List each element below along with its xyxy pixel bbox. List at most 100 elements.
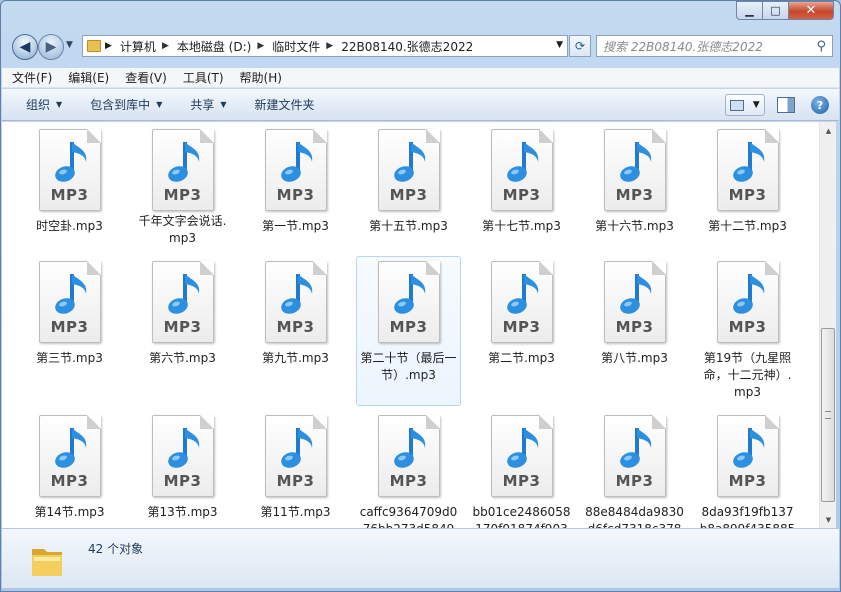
file-name: 第三节.mp3 bbox=[36, 351, 103, 365]
file-item[interactable]: MP3 千年文字会说话.mp3 bbox=[130, 124, 235, 252]
file-name: 第13节.mp3 bbox=[147, 505, 218, 519]
file-item[interactable]: MP3 第三节.mp3 bbox=[17, 256, 122, 406]
organize-button[interactable]: 组织 ▼ bbox=[26, 96, 62, 113]
file-item[interactable]: MP3 第六节.mp3 bbox=[130, 256, 235, 406]
mp3-file-icon: MP3 bbox=[602, 259, 668, 345]
menu-help[interactable]: 帮助(H) bbox=[240, 69, 282, 86]
address-dropdown-icon[interactable]: ▼ bbox=[556, 40, 563, 50]
new-folder-button[interactable]: 新建文件夹 bbox=[255, 96, 315, 113]
file-item[interactable]: MP3 第九节.mp3 bbox=[243, 256, 348, 406]
search-input[interactable]: 搜索 22B08140.张德志2022 ⚲ bbox=[596, 35, 833, 57]
file-name: 第十七节.mp3 bbox=[482, 219, 561, 233]
file-type-badge: MP3 bbox=[389, 472, 428, 490]
organize-label: 组织 bbox=[26, 98, 51, 112]
file-type-badge: MP3 bbox=[276, 472, 315, 490]
forward-button[interactable]: ▶ bbox=[38, 34, 64, 60]
change-view-button[interactable]: ▼ bbox=[725, 94, 765, 116]
file-item[interactable]: MP3 88e8484da9830d6fcd7318c378 bbox=[582, 410, 687, 528]
mp3-file-icon: MP3 bbox=[376, 259, 442, 345]
file-item[interactable]: MP3 第二节.mp3 bbox=[469, 256, 574, 406]
file-type-badge: MP3 bbox=[50, 472, 89, 490]
mp3-file-icon: MP3 bbox=[37, 413, 103, 499]
menu-tools[interactable]: 工具(T) bbox=[183, 69, 224, 86]
menu-file[interactable]: 文件(F) bbox=[12, 69, 52, 86]
breadcrumb-item[interactable]: 本地磁盘 (D:) bbox=[177, 38, 251, 55]
mp3-file-icon: MP3 bbox=[489, 413, 555, 499]
file-list-view[interactable]: MP3 时空卦.mp3 MP3 千年文字会说话.mp3 MP3 第一节.mp3 MP3 第十五… bbox=[2, 122, 819, 528]
file-item[interactable]: MP3 第13节.mp3 bbox=[130, 410, 235, 528]
mp3-file-icon: MP3 bbox=[37, 259, 103, 345]
chevron-down-icon: ▼ bbox=[56, 100, 63, 109]
file-item[interactable]: MP3 8da93f19fb137b8a899f435885 bbox=[695, 410, 800, 528]
help-icon[interactable]: ? bbox=[811, 96, 829, 114]
mp3-file-icon: MP3 bbox=[150, 413, 216, 499]
scroll-up-icon[interactable]: ▲ bbox=[820, 122, 837, 139]
mp3-file-icon: MP3 bbox=[150, 127, 216, 211]
refresh-button[interactable]: ⟳ bbox=[569, 35, 591, 57]
breadcrumb-item[interactable]: 22B08140.张德志2022 bbox=[341, 38, 473, 55]
recent-pages-dropdown-icon[interactable]: ▼ bbox=[66, 40, 73, 50]
vertical-scrollbar[interactable]: ▲ ▼ bbox=[819, 122, 836, 528]
view-controls: ▼ ? bbox=[725, 94, 829, 116]
explorer-window: ▁ □ ✕ ◀ ▶ ▼ ▶ 计算机 ▶ 本地磁盘 (D:) ▶ 临时文件 ▶ 22B0814… bbox=[0, 0, 841, 592]
search-icon[interactable]: ⚲ bbox=[816, 39, 826, 54]
file-item[interactable]: MP3 第11节.mp3 bbox=[243, 410, 348, 528]
file-name: 第19节（九星照命，十二元神）.mp3 bbox=[703, 351, 792, 399]
mp3-file-icon: MP3 bbox=[602, 413, 668, 499]
file-item[interactable]: MP3 第十五节.mp3 bbox=[356, 124, 461, 252]
preview-pane-icon[interactable] bbox=[777, 97, 795, 113]
file-type-badge: MP3 bbox=[163, 186, 202, 204]
file-item[interactable]: MP3 第二十节（最后一节）.mp3 bbox=[356, 256, 461, 406]
file-type-badge: MP3 bbox=[728, 472, 767, 490]
minimize-button[interactable]: ▁ bbox=[736, 1, 762, 20]
object-count: 42 个对象 bbox=[88, 542, 144, 556]
file-type-badge: MP3 bbox=[728, 318, 767, 336]
file-type-badge: MP3 bbox=[389, 318, 428, 336]
chevron-down-icon: ▼ bbox=[220, 100, 227, 109]
mp3-file-icon: MP3 bbox=[489, 127, 555, 213]
file-grid: MP3 时空卦.mp3 MP3 千年文字会说话.mp3 MP3 第一节.mp3 MP3 第十五… bbox=[17, 124, 808, 528]
file-name: 第八节.mp3 bbox=[601, 351, 668, 365]
file-type-badge: MP3 bbox=[50, 186, 89, 204]
file-item[interactable]: MP3 第十七节.mp3 bbox=[469, 124, 574, 252]
search-placeholder: 搜索 22B08140.张德志2022 bbox=[603, 39, 763, 54]
file-type-badge: MP3 bbox=[50, 318, 89, 336]
file-type-badge: MP3 bbox=[163, 472, 202, 490]
grip-icon bbox=[825, 411, 831, 419]
file-item[interactable]: MP3 第十六节.mp3 bbox=[582, 124, 687, 252]
file-item[interactable]: MP3 bb01ce2486058170f01874f903c bbox=[469, 410, 574, 528]
file-name: 第11节.mp3 bbox=[260, 505, 331, 519]
file-item[interactable]: MP3 第一节.mp3 bbox=[243, 124, 348, 252]
file-name: 88e8484da9830d6fcd7318c378 bbox=[585, 505, 684, 528]
file-item[interactable]: MP3 第19节（九星照命，十二元神）.mp3 bbox=[695, 256, 800, 406]
file-name: 第二节.mp3 bbox=[488, 351, 555, 365]
share-button[interactable]: 共享 ▼ bbox=[190, 96, 226, 113]
file-item[interactable]: MP3 第十二节.mp3 bbox=[695, 124, 800, 252]
address-bar[interactable]: ▶ 计算机 ▶ 本地磁盘 (D:) ▶ 临时文件 ▶ 22B08140.张德志2022 ▼ bbox=[82, 35, 568, 57]
maximize-button[interactable]: □ bbox=[762, 1, 788, 20]
file-item[interactable]: MP3 第14节.mp3 bbox=[17, 410, 122, 528]
file-type-badge: MP3 bbox=[502, 318, 541, 336]
chevron-right-icon[interactable]: ▶ bbox=[105, 41, 112, 51]
file-item[interactable]: MP3 第八节.mp3 bbox=[582, 256, 687, 406]
close-button[interactable]: ✕ bbox=[788, 1, 834, 20]
include-in-library-label: 包含到库中 bbox=[90, 98, 151, 112]
chevron-right-icon[interactable]: ▶ bbox=[257, 41, 264, 51]
file-name: 第二十节（最后一节）.mp3 bbox=[360, 351, 457, 382]
file-item[interactable]: MP3 caffc9364709d076bb273d5849 bbox=[356, 410, 461, 528]
back-button[interactable]: ◀ bbox=[12, 34, 38, 60]
scroll-down-icon[interactable]: ▼ bbox=[820, 511, 837, 528]
chevron-right-icon[interactable]: ▶ bbox=[326, 41, 333, 51]
menu-edit[interactable]: 编辑(E) bbox=[68, 69, 109, 86]
scrollbar-thumb[interactable] bbox=[821, 328, 835, 502]
file-type-badge: MP3 bbox=[728, 186, 767, 204]
file-name: 时空卦.mp3 bbox=[36, 219, 103, 233]
new-folder-label: 新建文件夹 bbox=[254, 98, 315, 112]
breadcrumb-item[interactable]: 计算机 bbox=[120, 38, 156, 55]
menu-view[interactable]: 查看(V) bbox=[125, 69, 167, 86]
chevron-right-icon[interactable]: ▶ bbox=[162, 41, 169, 51]
breadcrumb: 计算机 ▶ 本地磁盘 (D:) ▶ 临时文件 ▶ 22B08140.张德志2022 bbox=[120, 38, 473, 55]
breadcrumb-item[interactable]: 临时文件 bbox=[272, 38, 320, 55]
include-in-library-button[interactable]: 包含到库中 ▼ bbox=[90, 96, 162, 113]
file-item[interactable]: MP3 时空卦.mp3 bbox=[17, 124, 122, 252]
